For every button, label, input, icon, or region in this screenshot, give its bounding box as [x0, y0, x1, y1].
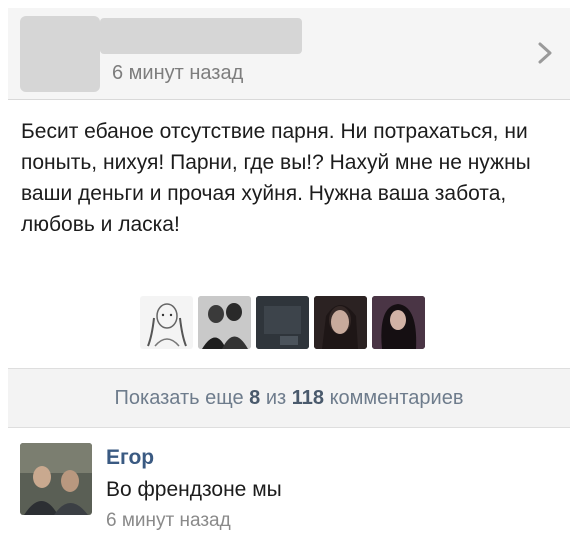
- post-text: Бесит ебаное отсутствие парня. Ни потрах…: [21, 120, 531, 236]
- show-more-prefix: Показать еще: [114, 386, 244, 409]
- post-time: 6 минут назад: [112, 62, 244, 84]
- comment-author-name[interactable]: Егор: [106, 446, 154, 470]
- show-more-suffix: комментариев: [329, 386, 464, 409]
- dark-sign-avatar[interactable]: [256, 296, 309, 349]
- total-count: 118: [291, 386, 325, 409]
- comment-author-avatar[interactable]: [20, 443, 92, 515]
- author-avatar-redacted[interactable]: [20, 16, 100, 92]
- girl-dark-hair-avatar[interactable]: [372, 296, 425, 349]
- author-name-redacted[interactable]: [100, 18, 302, 54]
- comment-text: Во френдзоне мы: [106, 478, 282, 501]
- show-more-middle: из: [265, 386, 287, 409]
- chevron-right-icon[interactable]: [534, 38, 556, 68]
- show-more-comments-button[interactable]: Показать еще 8 из 118 комментариев: [8, 368, 570, 428]
- couple-avatar[interactable]: [198, 296, 251, 349]
- comment-time: 6 минут назад: [106, 510, 231, 531]
- shown-count: 8: [249, 386, 261, 409]
- post-header: 6 минут назад: [8, 8, 570, 100]
- sketch-girl-avatar[interactable]: [140, 296, 193, 349]
- girl-portrait-avatar[interactable]: [314, 296, 367, 349]
